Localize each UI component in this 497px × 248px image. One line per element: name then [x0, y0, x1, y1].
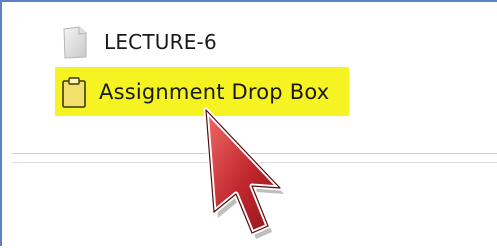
- document-icon: [63, 26, 87, 59]
- pointer-arrow-icon: [203, 107, 284, 239]
- list-item-lecture-6[interactable]: LECTURE-6: [62, 20, 217, 64]
- content-panel: LECTURE-6 Assignment Drop Box: [0, 0, 497, 246]
- list-item-label: LECTURE-6: [104, 30, 217, 54]
- clipboard-icon: [62, 77, 86, 108]
